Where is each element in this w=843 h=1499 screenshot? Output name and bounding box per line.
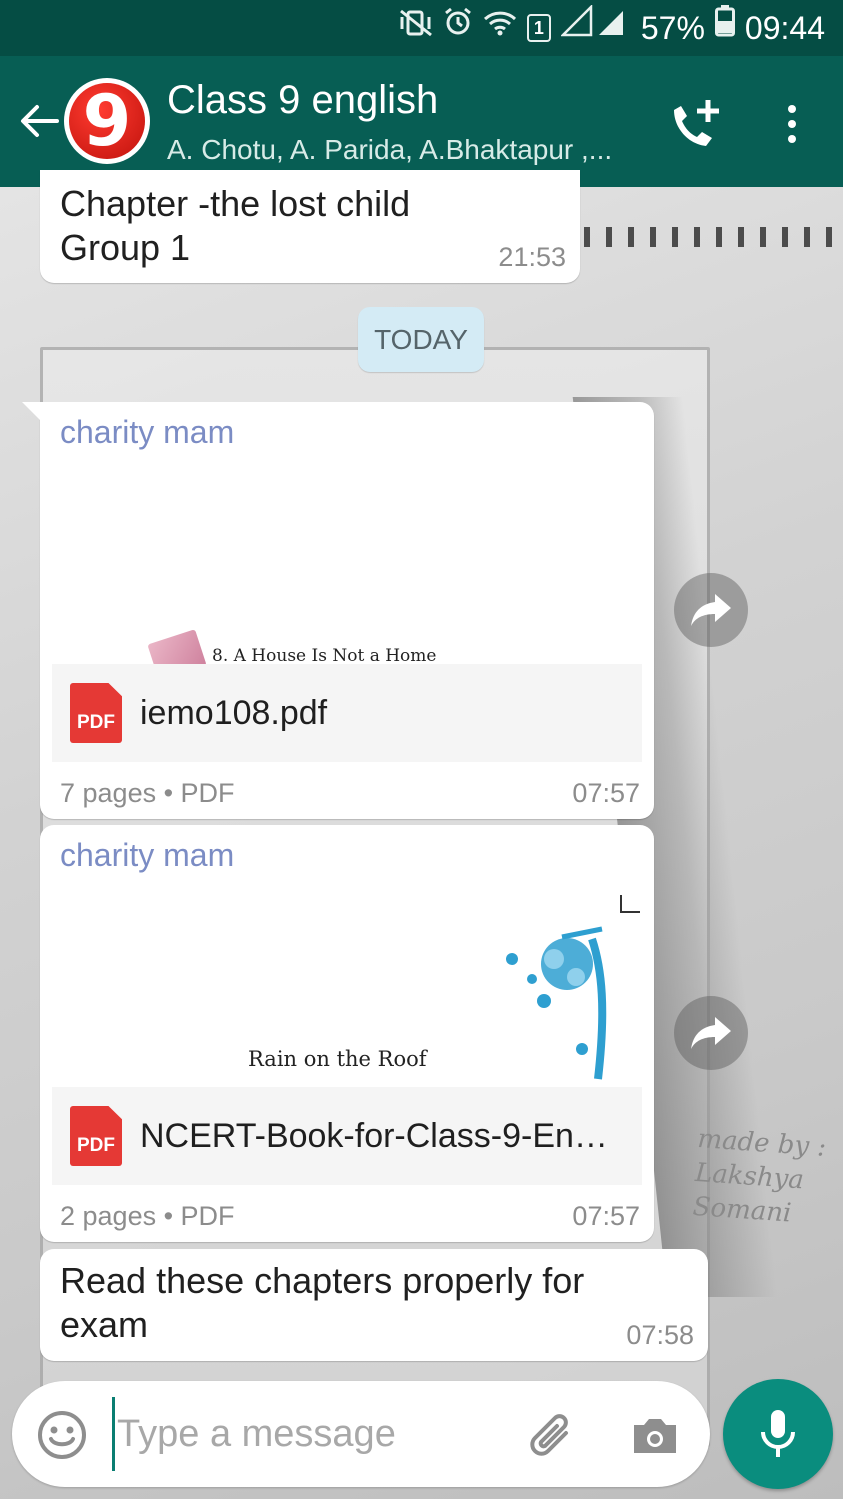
- add-call-button[interactable]: [664, 96, 724, 152]
- preview-thumbnail: [147, 629, 207, 664]
- back-button[interactable]: [14, 94, 64, 148]
- wallpaper-spiral: [584, 227, 843, 247]
- document-preview[interactable]: 8. A House Is Not a Home: [52, 466, 642, 664]
- alarm-icon: [443, 0, 473, 56]
- camera-icon: [634, 1419, 676, 1453]
- file-meta: 2 pages • PDF: [60, 1201, 235, 1231]
- message-time: 21:53: [498, 242, 566, 272]
- attach-button[interactable]: [526, 1409, 580, 1463]
- pdf-icon: PDF: [70, 1106, 122, 1166]
- file-meta: 7 pages • PDF: [60, 778, 235, 808]
- vibrate-mute-icon: [399, 0, 433, 56]
- message-input[interactable]: [112, 1397, 512, 1471]
- message-line: Chapter -the lost child: [60, 183, 411, 224]
- chat-header: 9 Class 9 english A. Chotu, A. Parida, A…: [0, 56, 843, 187]
- sender-name: charity mam: [60, 837, 235, 873]
- message-time: 07:58: [626, 1320, 694, 1350]
- date-divider: TODAY: [358, 307, 484, 372]
- message-bubble-text[interactable]: Read these chapters properly for exam 07…: [40, 1249, 708, 1361]
- document-message[interactable]: charity mam 8. A House Is Not a Home PDF…: [22, 402, 654, 819]
- forward-icon: [691, 1017, 731, 1049]
- wallpaper-signature: made by : Lakshya Somani: [691, 1123, 828, 1229]
- document-message[interactable]: charity mam Rain on the Roof PDF NCERT-B…: [40, 825, 654, 1242]
- sim-badge: 1: [526, 14, 551, 42]
- file-attachment[interactable]: PDF iemo108.pdf: [52, 664, 642, 762]
- camera-button[interactable]: [628, 1409, 682, 1463]
- sender-name: charity mam: [60, 414, 235, 450]
- forward-icon: [691, 594, 731, 626]
- message-bubble-previous[interactable]: Chapter -the lost child Group 1 21:53: [40, 170, 580, 283]
- message-time: 07:57: [572, 778, 640, 808]
- chat-title[interactable]: Class 9 english: [167, 78, 438, 123]
- status-bar: 1 57% 09:44: [0, 0, 843, 56]
- file-name: NCERT-Book-for-Class-9-Eng...: [140, 1116, 620, 1155]
- more-vert-dot: [788, 135, 796, 143]
- paperclip-icon: [530, 1414, 568, 1456]
- preview-corner-mark: [620, 895, 640, 913]
- more-vert-dot: [788, 120, 796, 128]
- microphone-icon: [761, 1410, 795, 1457]
- more-vert-icon: [788, 105, 796, 113]
- emoji-icon: [38, 1411, 86, 1459]
- overflow-menu-button[interactable]: [770, 96, 814, 152]
- file-attachment[interactable]: PDF NCERT-Book-for-Class-9-Eng...: [52, 1087, 642, 1185]
- battery-icon: [714, 0, 735, 56]
- clock: 09:44: [744, 9, 825, 46]
- avatar-logo: 9: [69, 83, 145, 159]
- message-composer: [12, 1381, 710, 1487]
- preview-title: 8. A House Is Not a Home: [212, 646, 437, 664]
- forward-button[interactable]: [674, 996, 748, 1070]
- signal-icon: [559, 0, 631, 56]
- battery-percent: 57%: [640, 9, 705, 46]
- message-text: Read these chapters properly for exam: [60, 1260, 585, 1345]
- preview-illustration: [506, 926, 607, 1080]
- wifi-icon: [483, 0, 517, 56]
- pdf-icon: PDF: [70, 683, 122, 743]
- voice-record-button[interactable]: [723, 1379, 833, 1489]
- message-line: Group 1: [60, 227, 191, 268]
- document-preview[interactable]: Rain on the Roof: [52, 889, 642, 1087]
- forward-button[interactable]: [674, 573, 748, 647]
- file-name: iemo108.pdf: [140, 693, 328, 732]
- participants-list[interactable]: A. Chotu, A. Parida, A.Bhaktapur ,...: [167, 134, 637, 166]
- message-time: 07:57: [572, 1201, 640, 1231]
- phone-plus-icon: [674, 100, 719, 146]
- group-avatar[interactable]: 9: [64, 78, 150, 164]
- emoji-button[interactable]: [36, 1409, 88, 1461]
- message-text: Chapter -the lost child Group 1: [60, 182, 500, 270]
- back-arrow-icon: [21, 105, 59, 137]
- preview-title: Rain on the Roof: [248, 1047, 427, 1071]
